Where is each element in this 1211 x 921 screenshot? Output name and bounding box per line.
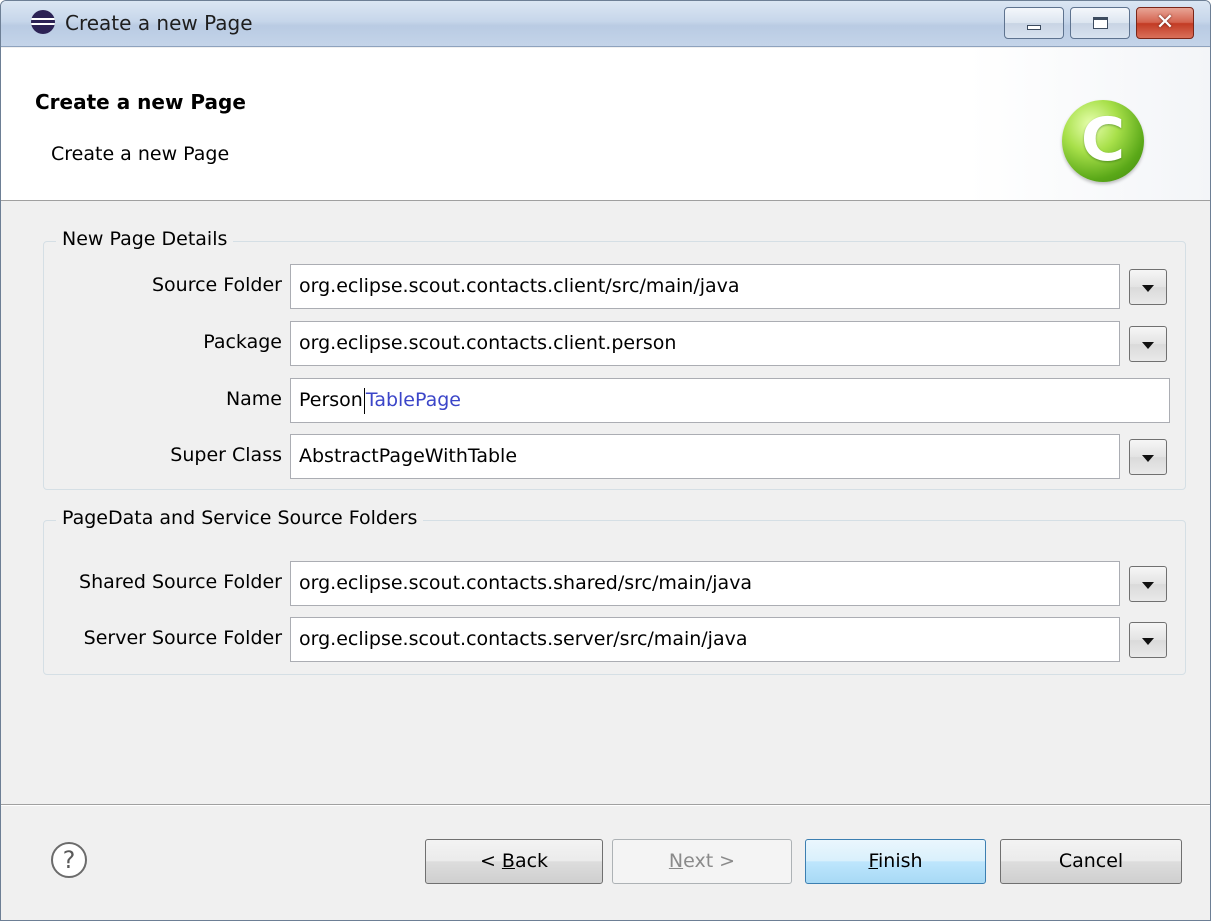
server-source-folder-row: Server Source Folder org.eclipse.scout.c… [44,617,1185,662]
shared-source-folder-dropdown-button[interactable] [1129,566,1167,602]
wizard-header: Create a new Page Create a new Page C [1,48,1210,201]
next-button[interactable]: Next > [612,839,792,884]
chevron-down-icon [1142,342,1154,349]
chevron-down-icon [1142,582,1154,589]
eclipse-icon [31,10,55,34]
cancel-button[interactable]: Cancel [1000,839,1182,884]
name-suffix-hint: TablePage [365,389,461,411]
super-class-dropdown-button[interactable] [1129,439,1167,475]
new-page-details-group: New Page Details Source Folder org.eclip… [43,228,1186,490]
minimize-icon [1027,25,1041,30]
scout-logo-letter: C [1080,105,1126,175]
maximize-button[interactable] [1070,7,1130,39]
wizard-description: Create a new Page [51,143,230,165]
server-source-folder-dropdown-button[interactable] [1129,622,1167,658]
super-class-label: Super Class [170,444,282,466]
package-row: Package org.eclipse.scout.contacts.clien… [44,321,1185,366]
close-icon: ✕ [1155,10,1175,35]
title-bar[interactable]: Create a new Page ✕ [1,1,1210,47]
package-dropdown-button[interactable] [1129,326,1167,362]
server-source-folder-label: Server Source Folder [83,627,282,649]
source-folders-group: PageData and Service Source Folders Shar… [43,507,1186,675]
chevron-down-icon [1142,638,1154,645]
name-field[interactable]: Person TablePage [290,378,1170,423]
scout-logo-icon: C [1062,100,1144,182]
button-bar-separator [1,804,1210,806]
super-class-row: Super Class AbstractPageWithTable [44,434,1185,479]
shared-source-folder-row: Shared Source Folder org.eclipse.scout.c… [44,561,1185,606]
name-label: Name [225,388,282,410]
wizard-dialog: Create a new Page ✕ Create a new Page Cr… [0,0,1211,921]
source-folder-field[interactable]: org.eclipse.scout.contacts.client/src/ma… [290,264,1120,309]
super-class-field[interactable]: AbstractPageWithTable [290,434,1120,479]
source-folder-dropdown-button[interactable] [1129,269,1167,305]
back-button[interactable]: < Back [425,839,603,884]
source-folder-label: Source Folder [151,274,282,296]
group-legend: PageData and Service Source Folders [56,507,424,529]
finish-button[interactable]: Finish [805,839,986,884]
wizard-title: Create a new Page [35,90,246,114]
close-button[interactable]: ✕ [1136,7,1194,39]
maximize-icon [1093,17,1108,29]
chevron-down-icon [1142,455,1154,462]
shared-source-folder-field[interactable]: org.eclipse.scout.contacts.shared/src/ma… [290,561,1120,606]
text-caret [363,387,365,414]
package-field[interactable]: org.eclipse.scout.contacts.client.person [290,321,1120,366]
package-label: Package [203,331,282,353]
source-folder-row: Source Folder org.eclipse.scout.contacts… [44,264,1185,309]
server-source-folder-field[interactable]: org.eclipse.scout.contacts.server/src/ma… [290,617,1120,662]
chevron-down-icon [1142,285,1154,292]
name-typed-text: Person [299,389,363,411]
shared-source-folder-label: Shared Source Folder [79,571,282,593]
name-row: Name Person TablePage [44,378,1185,423]
window-title: Create a new Page [65,11,253,35]
help-icon[interactable]: ? [51,842,87,878]
group-legend: New Page Details [56,228,234,250]
minimize-button[interactable] [1004,7,1064,39]
